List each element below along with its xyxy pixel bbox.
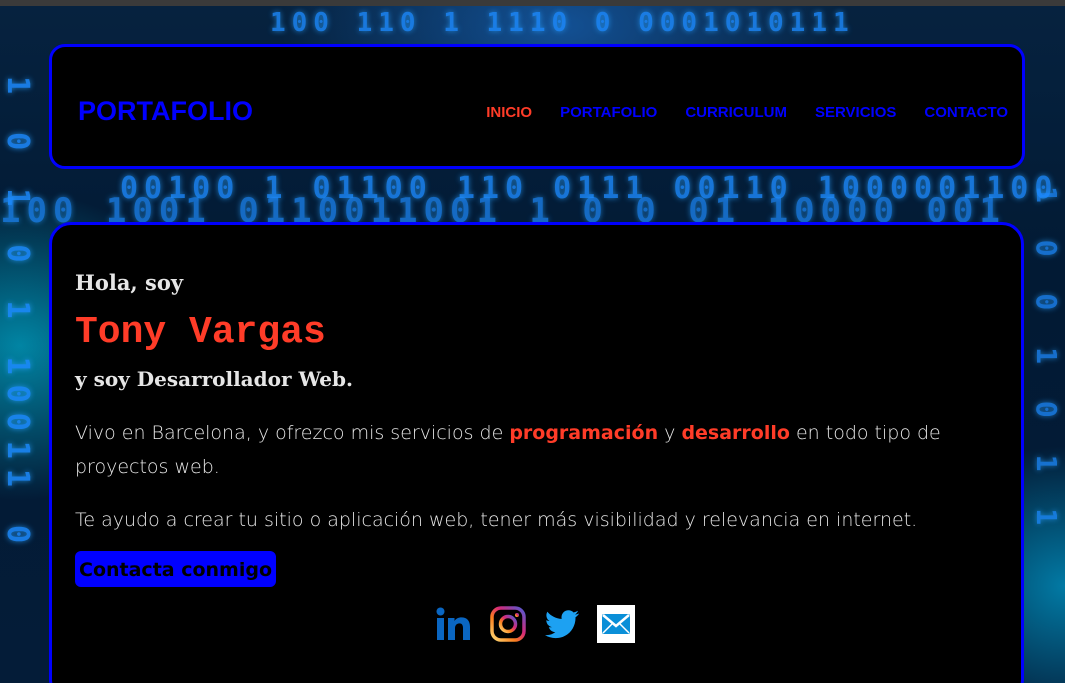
nav-item-inicio[interactable]: INICIO	[486, 104, 532, 121]
hero-card: Hola, soy Tony Vargas y soy Desarrollado…	[49, 222, 1024, 683]
nav-item-contacto[interactable]: CONTACTO	[924, 104, 1008, 121]
site-header: PORTAFOLIO INICIO PORTAFOLIO CURRICULUM …	[49, 44, 1025, 169]
hero-role: y soy Desarrollador Web.	[75, 367, 353, 391]
background-digits-row: 100 110 1 1110 0 0001010111	[270, 8, 855, 38]
linkedin-icon[interactable]	[435, 605, 473, 643]
intro-paragraph: Vivo en Barcelona, y ofrezco mis servici…	[75, 416, 955, 484]
nav-item-curriculum[interactable]: CURRICULUM	[685, 104, 787, 121]
email-icon[interactable]	[597, 605, 635, 643]
background-digits-row: 1 0 0 1 0 1 1	[1030, 186, 1063, 536]
instagram-icon[interactable]	[489, 605, 527, 643]
intro-text: y	[658, 422, 682, 444]
background-digits-row: 1 0 1 0 1 10011 0	[0, 76, 35, 554]
nav-item-servicios[interactable]: SERVICIOS	[815, 104, 896, 121]
site-logo[interactable]: PORTAFOLIO	[78, 96, 253, 127]
intro-text: Vivo en Barcelona, y ofrezco mis servici…	[75, 422, 510, 444]
help-paragraph: Te ayudo a crear tu sitio o aplicación w…	[75, 509, 918, 531]
hero-name: Tony Vargas	[75, 311, 326, 354]
hero-greeting: Hola, soy	[75, 270, 184, 295]
nav-item-portafolio[interactable]: PORTAFOLIO	[560, 104, 657, 121]
highlight-programacion: programación	[509, 422, 659, 444]
main-nav: INICIO PORTAFOLIO CURRICULUM SERVICIOS C…	[486, 104, 1008, 121]
social-links	[435, 605, 635, 643]
highlight-desarrollo: desarrollo	[681, 422, 790, 444]
twitter-icon[interactable]	[543, 605, 581, 643]
contact-button[interactable]: Contacta conmigo	[75, 551, 277, 587]
